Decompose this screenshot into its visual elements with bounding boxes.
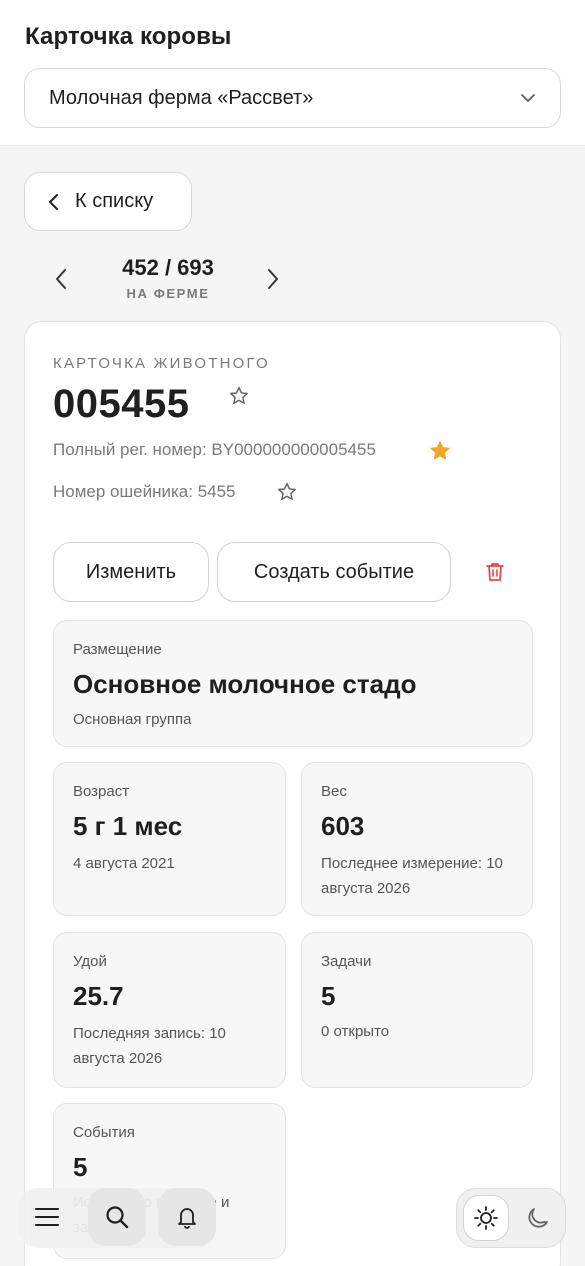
age-label: Возраст [73, 783, 130, 800]
notifications-button[interactable] [158, 1188, 216, 1246]
weight-label: Вес [321, 783, 347, 800]
placement-label: Размещение [73, 641, 162, 658]
events-value: 5 [73, 1152, 88, 1182]
age-tile: Возраст 5 г 1 мес 4 августа 2021 [53, 762, 286, 916]
animal-id: 005455 [53, 382, 190, 426]
placement-value: Основное молочное стадо [73, 669, 417, 699]
placement-tile: Размещение Основное молочное стадо Основ… [53, 620, 533, 747]
weight-note: Последнее измерение: 10 августа 2026 [321, 855, 503, 897]
milk-yield-tile: Удой 25.7 Последняя запись: 10 августа 2… [53, 932, 286, 1088]
tasks-note: 0 открыто [321, 1023, 390, 1040]
create-event-button[interactable]: Создать событие [217, 542, 451, 602]
back-to-list-button[interactable]: К списку [24, 172, 192, 231]
menu-button[interactable] [18, 1188, 76, 1246]
milk-yield-label: Удой [73, 953, 107, 970]
dark-theme-button[interactable] [515, 1195, 561, 1241]
pager-count: 452 / 693 [122, 255, 214, 280]
animal-card: КАРТОЧКА ЖИВОТНОГО 005455 Полный рег. но… [24, 321, 561, 1266]
tasks-value: 5 [321, 981, 336, 1011]
chevron-right-icon [268, 269, 278, 289]
age-value: 5 г 1 мес [73, 811, 183, 841]
farm-select[interactable]: Молочная ферма «Рассвет» [24, 68, 561, 128]
light-theme-button[interactable] [463, 1195, 509, 1241]
card-kicker: КАРТОЧКА ЖИВОТНОГО [53, 355, 270, 372]
tasks-tile[interactable]: Задачи 5 0 открыто [301, 932, 533, 1088]
star-icon[interactable] [428, 439, 452, 463]
placement-note: Основная группа [73, 711, 192, 728]
chevron-left-icon [49, 193, 58, 210]
previous-animal-button[interactable] [48, 266, 74, 292]
weight-value: 603 [321, 811, 365, 841]
trash-icon[interactable] [483, 560, 507, 584]
pager-subtitle: НА ФЕРМЕ [126, 286, 210, 301]
collar-number: Номер ошейника: 5455 [53, 482, 236, 501]
milk-yield-note: Последняя запись: 10 августа 2026 [73, 1025, 226, 1067]
pager: 452 / 693 НА ФЕРМЕ [48, 254, 288, 306]
bell-icon [178, 1208, 196, 1229]
sun-icon [474, 1206, 498, 1230]
theme-toggle [456, 1188, 566, 1248]
page-title: Карточка коровы [25, 23, 232, 50]
edit-button[interactable]: Изменить [53, 542, 209, 602]
age-note: 4 августа 2021 [73, 855, 175, 872]
search-icon [106, 1206, 129, 1229]
star-icon[interactable] [228, 385, 250, 407]
events-label: События [73, 1124, 135, 1141]
top-bar: Карточка коровы Молочная ферма «Рассвет» [0, 0, 585, 146]
back-label: К списку [75, 190, 154, 212]
reg-number: Полный рег. номер: BY000000000005455 [53, 440, 376, 459]
milk-yield-value: 25.7 [73, 981, 124, 1011]
farm-select-value: Молочная ферма «Рассвет» [49, 86, 314, 109]
bottom-toolbar [18, 1188, 216, 1248]
moon-icon [528, 1208, 548, 1228]
search-button[interactable] [88, 1188, 146, 1246]
menu-icon [35, 1208, 59, 1226]
tasks-label: Задачи [321, 953, 372, 970]
star-icon[interactable] [276, 481, 298, 503]
chevron-left-icon [56, 269, 66, 289]
weight-tile: Вес 603 Последнее измерение: 10 августа … [301, 762, 533, 916]
chevron-down-icon [521, 94, 535, 102]
next-animal-button[interactable] [260, 266, 286, 292]
